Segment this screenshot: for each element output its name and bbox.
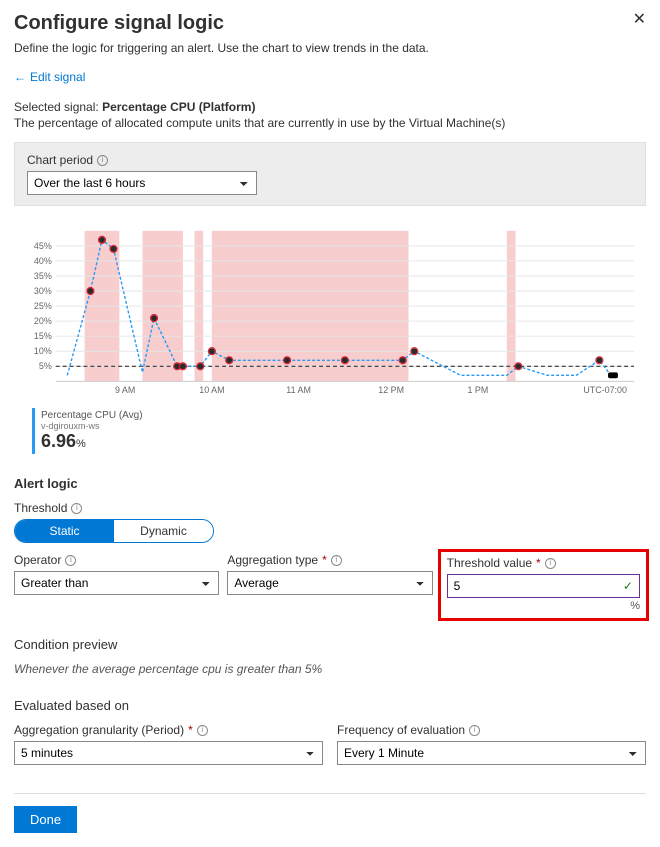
done-button[interactable]: Done (14, 806, 77, 833)
aggregation-type-select[interactable]: Average (227, 571, 432, 595)
edit-signal-link[interactable]: ← Edit signal (14, 70, 85, 84)
legend-unit: % (76, 438, 86, 450)
condition-preview-text: Whenever the average percentage cpu is g… (14, 662, 646, 676)
threshold-label: Threshold (14, 501, 67, 515)
page-subtitle: Define the logic for triggering an alert… (14, 41, 646, 55)
info-icon[interactable]: i (71, 503, 82, 514)
signal-description: The percentage of allocated compute unit… (14, 116, 646, 130)
threshold-value-label: Threshold value (447, 556, 532, 570)
granularity-label: Aggregation granularity (Period) (14, 723, 184, 737)
svg-text:15%: 15% (34, 331, 52, 341)
svg-text:35%: 35% (34, 271, 52, 281)
svg-text:12 PM: 12 PM (378, 385, 404, 395)
selected-signal-label: Selected signal: Percentage CPU (Platfor… (14, 100, 646, 114)
svg-text:20%: 20% (34, 316, 52, 326)
alert-logic-title: Alert logic (14, 476, 646, 491)
checkmark-icon: ✓ (623, 579, 639, 593)
chart-legend[interactable]: Percentage CPU (Avg) v-dgirouxm-ws 6.96% (32, 408, 640, 454)
edit-signal-label: Edit signal (30, 70, 85, 84)
chart-svg: 5% 10% 15% 20% 25% 30% 35% 40% 45% 9 AM 10 AM 11 AM… (26, 224, 640, 404)
operator-label: Operator (14, 553, 61, 567)
svg-text:10%: 10% (34, 346, 52, 356)
threshold-value-input[interactable] (448, 575, 623, 597)
threshold-value-unit: % (447, 600, 640, 612)
info-icon[interactable]: i (97, 155, 108, 166)
svg-text:UTC-07:00: UTC-07:00 (583, 385, 627, 395)
page-title: Configure signal logic (14, 12, 224, 35)
legend-series-source: v-dgirouxm-ws (41, 421, 640, 431)
frequency-label: Frequency of evaluation (337, 723, 465, 737)
condition-preview-title: Condition preview (14, 637, 646, 652)
svg-text:9 AM: 9 AM (115, 385, 135, 395)
info-icon[interactable]: i (469, 725, 480, 736)
info-icon[interactable]: i (545, 558, 556, 569)
required-asterisk: * (536, 556, 541, 570)
chart-area: 5% 10% 15% 20% 25% 30% 35% 40% 45% 9 AM 10 AM 11 AM… (14, 220, 646, 454)
close-icon[interactable]: ✕ (633, 12, 646, 28)
svg-text:40%: 40% (34, 256, 52, 266)
operator-select[interactable]: Greater than (14, 571, 219, 595)
svg-text:11 AM: 11 AM (286, 385, 311, 395)
threshold-toggle-dynamic[interactable]: Dynamic (114, 520, 213, 542)
info-icon[interactable]: i (197, 725, 208, 736)
separator (14, 793, 646, 794)
threshold-toggle[interactable]: Static Dynamic (14, 519, 214, 543)
threshold-toggle-static[interactable]: Static (15, 520, 114, 542)
legend-current-value: 6.96 (41, 431, 76, 451)
svg-text:10 AM: 10 AM (199, 385, 224, 395)
frequency-select[interactable]: Every 1 Minute (337, 741, 646, 765)
info-icon[interactable]: i (331, 555, 342, 566)
evaluated-title: Evaluated based on (14, 698, 646, 713)
svg-text:45%: 45% (34, 241, 52, 251)
info-icon[interactable]: i (65, 555, 76, 566)
required-asterisk: * (322, 553, 327, 567)
svg-text:1 PM: 1 PM (468, 385, 489, 395)
svg-text:25%: 25% (34, 301, 52, 311)
granularity-select[interactable]: 5 minutes (14, 741, 323, 765)
svg-text:5%: 5% (39, 361, 52, 371)
chart-period-box: Chart period i Over the last 6 hours (14, 142, 646, 206)
legend-series-name: Percentage CPU (Avg) (41, 410, 640, 421)
aggregation-type-label: Aggregation type (227, 553, 318, 567)
svg-text:30%: 30% (34, 286, 52, 296)
chart-period-label: Chart period (27, 153, 93, 167)
arrow-left-icon: ← (14, 70, 26, 84)
chart-period-select[interactable]: Over the last 6 hours (27, 171, 257, 195)
required-asterisk: * (188, 723, 193, 737)
threshold-value-highlight: Threshold value * i ✓ % (438, 549, 649, 621)
